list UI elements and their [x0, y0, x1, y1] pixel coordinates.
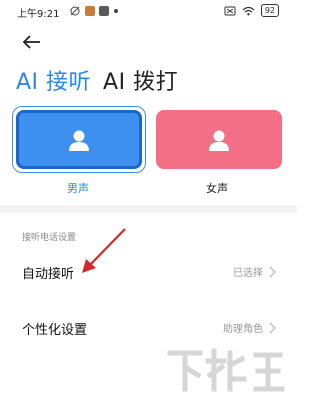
tab-ai-answer[interactable]: AI 接听	[16, 64, 91, 96]
setting-value: 已选择	[233, 268, 263, 279]
status-app-icons	[70, 6, 118, 16]
male-voice-card[interactable]	[16, 110, 142, 169]
setting-label: 个性化设置	[22, 323, 88, 338]
notification-dot-icon	[114, 9, 118, 13]
no-alarm-icon	[70, 6, 80, 16]
watermark-logo	[167, 348, 285, 392]
setting-label: 自动接听	[22, 267, 75, 282]
sim-off-icon	[224, 6, 236, 15]
person-icon	[209, 130, 229, 151]
personalization-row[interactable]: 个性化设置 助理角色	[0, 308, 297, 348]
tab-ai-dial[interactable]: AI 拨打	[103, 64, 178, 96]
male-voice-label: 男声	[67, 182, 89, 195]
female-voice-label: 女声	[206, 182, 228, 195]
chevron-right-icon	[269, 322, 276, 334]
person-icon	[69, 130, 89, 151]
status-right: 92	[224, 4, 279, 17]
status-time: 上午9:21	[17, 9, 60, 20]
female-voice-card[interactable]	[156, 110, 282, 169]
setting-value: 助理角色	[223, 324, 263, 335]
back-button[interactable]	[20, 31, 44, 53]
chevron-right-icon	[269, 266, 276, 278]
mode-tabs: AI 接听 AI 拨打	[16, 64, 178, 96]
section-title: 接听电话设置	[22, 233, 77, 243]
annotation-arrow-icon	[82, 228, 126, 273]
battery-icon: 92	[260, 4, 279, 17]
wifi-icon	[242, 6, 255, 15]
app-icon	[85, 6, 95, 16]
app-icon	[99, 6, 109, 16]
auto-answer-row[interactable]: 自动接听 已选择	[0, 252, 297, 292]
status-bar: 上午9:21 92	[0, 0, 297, 24]
arrow-left-icon	[22, 35, 40, 49]
section-divider	[0, 205, 297, 213]
